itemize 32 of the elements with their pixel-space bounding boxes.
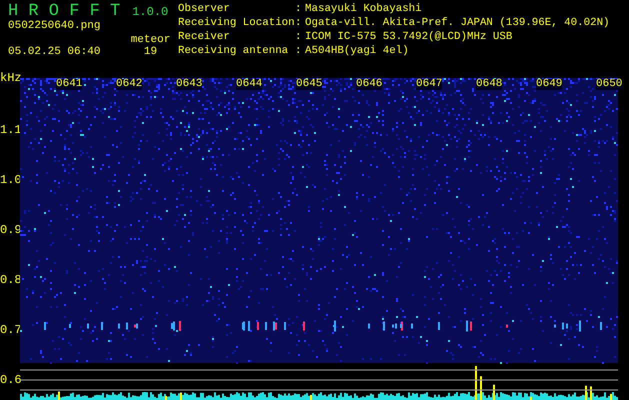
frequency-label: 0.7 xyxy=(0,324,22,336)
info-label: Receiving Location xyxy=(178,18,295,31)
file-name: 0502250640.png xyxy=(8,20,102,34)
version-label: 1.0.0 xyxy=(132,5,168,19)
axis-unit: kHz xyxy=(0,72,22,84)
colon-separator: : xyxy=(295,32,302,45)
info-value: Masayuki Kobayashi xyxy=(305,4,423,17)
info-value: ICOM IC-575 53.7492(@LCD)MHz USB xyxy=(305,32,514,45)
colon-separator: : xyxy=(295,4,302,17)
time-label: 0641 xyxy=(56,79,82,90)
meteor-count: 19 xyxy=(142,46,158,60)
time-label: 0642 xyxy=(116,79,142,90)
meteor-label: meteor xyxy=(130,34,172,46)
frequency-label: 0.6 xyxy=(0,374,22,386)
time-label: 0647 xyxy=(416,79,442,90)
date-time: 05.02.25 06:40 xyxy=(8,46,102,60)
time-label: 0649 xyxy=(536,79,562,90)
info-label: Receiving antenna xyxy=(178,46,290,59)
info-value: A504HB(yagi 4el) xyxy=(305,46,410,59)
time-label: 0645 xyxy=(296,79,322,90)
info-label: Observer xyxy=(178,4,231,17)
colon-separator: : xyxy=(295,46,302,59)
time-label: 0648 xyxy=(476,79,502,90)
info-value: Ogata-vill. Akita-Pref. JAPAN (139.96E, 40.02N) xyxy=(305,18,610,31)
time-label: 0646 xyxy=(356,79,382,90)
app-title: H R O F F T xyxy=(8,2,120,21)
info-label: Receiver xyxy=(178,32,231,45)
time-label: 0650 xyxy=(596,79,622,90)
time-label: 0644 xyxy=(236,79,262,90)
frequency-label: 1.1 xyxy=(0,124,22,136)
time-label: 0643 xyxy=(176,79,202,90)
colon-separator: : xyxy=(295,18,302,31)
